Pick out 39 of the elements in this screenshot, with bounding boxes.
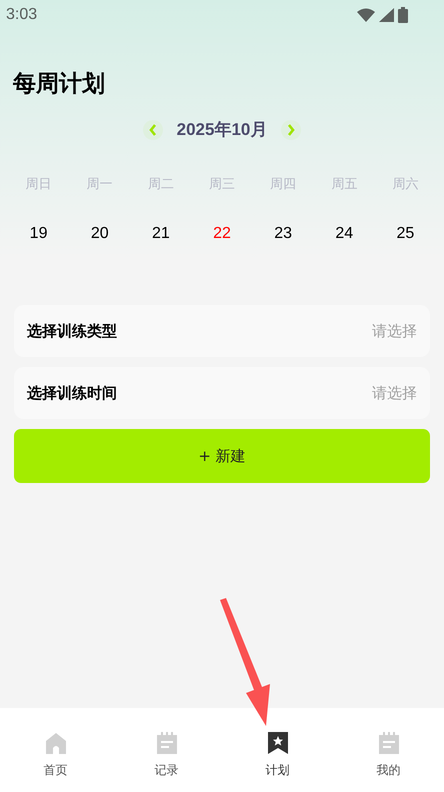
date-number[interactable]: 21	[130, 225, 192, 243]
row-label: 选择训练时间	[27, 384, 117, 402]
weekday-label: 周四	[269, 176, 298, 193]
notepad-icon	[156, 732, 176, 754]
tab-item[interactable]: 记录	[111, 708, 222, 792]
date-number[interactable]: 22	[191, 225, 253, 243]
date-number[interactable]: 24	[314, 225, 375, 243]
weekday-label: 周三	[208, 176, 236, 193]
home-icon	[44, 732, 66, 754]
weekday-label: 周二	[146, 176, 175, 193]
chevron-left-icon	[148, 124, 157, 136]
page-title: 每周计划	[13, 70, 106, 99]
weekday-label: 周一	[86, 176, 114, 193]
create-button[interactable]: + 新建	[14, 429, 430, 483]
status-time: 3:03	[6, 6, 38, 24]
select-row[interactable]: 选择训练时间 请选择	[14, 367, 430, 419]
next-month-button[interactable]	[281, 120, 302, 140]
chevron-right-icon	[287, 124, 296, 136]
weekday-label: 周五	[330, 176, 358, 193]
tab-item[interactable]: 我的	[333, 708, 444, 792]
date-number[interactable]: 19	[8, 225, 70, 243]
notepad-icon	[378, 732, 398, 754]
date-number[interactable]: 25	[374, 225, 436, 243]
battery-icon	[398, 7, 408, 23]
month-label: 2025年10月	[176, 119, 268, 141]
select-placeholder: 请选择	[372, 322, 417, 340]
row-label: 选择训练类型	[27, 322, 117, 340]
weekday-label: 周六	[391, 176, 420, 193]
select-placeholder: 请选择	[372, 384, 417, 402]
bookmark-star-icon	[268, 732, 288, 754]
previous-month-button[interactable]	[142, 120, 163, 140]
wifi-icon	[357, 8, 375, 22]
date-number[interactable]: 20	[69, 225, 130, 243]
weekday-label: 周日	[24, 176, 53, 193]
tab-item[interactable]: 首页	[0, 708, 111, 792]
date-number[interactable]: 23	[252, 225, 314, 243]
signal-icon	[379, 8, 394, 22]
tab-item[interactable]: 计划	[222, 708, 333, 792]
select-row[interactable]: 选择训练类型 请选择	[14, 305, 430, 357]
